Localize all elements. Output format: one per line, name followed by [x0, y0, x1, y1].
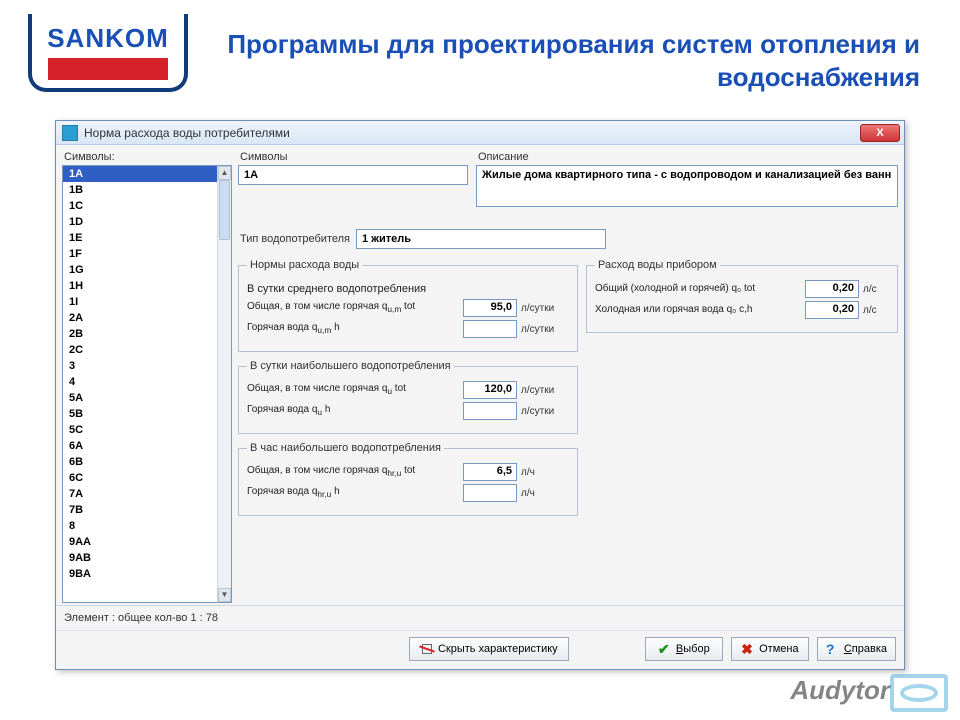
button-row: Скрыть характеристику ✔ Выбор ✖ Отмена ?…: [56, 630, 904, 669]
hide-icon: [420, 642, 434, 656]
watermark-icon: [890, 674, 948, 712]
list-item[interactable]: 1G: [63, 262, 217, 278]
maxhour-hot-unit: л/ч: [521, 488, 569, 499]
list-item[interactable]: 6C: [63, 470, 217, 486]
app-icon: [62, 125, 78, 141]
avg-hot-label: Горячая вода qu,m h: [247, 322, 459, 336]
list-item[interactable]: 7B: [63, 502, 217, 518]
check-icon: ✔: [658, 642, 672, 656]
symbols-label-left: Символы:: [64, 151, 232, 163]
brand-name: SANKOM: [47, 23, 169, 54]
page-title: Программы для проектирования систем отоп…: [188, 28, 920, 93]
list-item[interactable]: 1H: [63, 278, 217, 294]
maxday-hot-input[interactable]: [463, 402, 517, 420]
avg-total-input[interactable]: 95,0: [463, 299, 517, 317]
list-item[interactable]: 9AB: [63, 550, 217, 566]
maxhour-total-unit: л/ч: [521, 467, 569, 478]
help-button[interactable]: ? Справка: [817, 637, 896, 661]
list-item[interactable]: 2C: [63, 342, 217, 358]
maxday-total-input[interactable]: 120,0: [463, 381, 517, 399]
help-icon: ?: [826, 642, 840, 656]
norms-fieldset: Нормы расхода воды В сутки среднего водо…: [238, 259, 578, 352]
list-item[interactable]: 1C: [63, 198, 217, 214]
maxhour-total-label: Общая, в том числе горячая qhr,u tot: [247, 465, 459, 479]
description-field[interactable]: Жилые дома квартирного типа - с водопров…: [476, 165, 898, 207]
avg-hot-unit: л/сутки: [521, 324, 569, 335]
list-item[interactable]: 1D: [63, 214, 217, 230]
list-item[interactable]: 1B: [63, 182, 217, 198]
maxday-hot-label: Горячая вода qu h: [247, 404, 459, 418]
avg-total-unit: л/сутки: [521, 303, 569, 314]
list-item[interactable]: 1E: [63, 230, 217, 246]
device-coldhot-label: Холодная или горячая вода q₀ c,h: [595, 304, 801, 316]
list-item[interactable]: 2B: [63, 326, 217, 342]
maxhour-hot-input[interactable]: [463, 484, 517, 502]
page-header: SANKOM Программы для проектирования сист…: [0, 0, 960, 93]
maxday-total-label: Общая, в том числе горячая qu tot: [247, 383, 459, 397]
scroll-up-button[interactable]: ▲: [218, 166, 231, 180]
cancel-button[interactable]: ✖ Отмена: [731, 637, 809, 661]
maxday-hot-unit: л/сутки: [521, 406, 569, 417]
status-bar: Элемент : общее кол-во 1 : 78: [56, 605, 904, 630]
symbol-listbox[interactable]: 1A1B1C1D1E1F1G1H1I2A2B2C345A5B5C6A6B6C7A…: [62, 165, 232, 603]
maxhour-total-input[interactable]: 6,5: [463, 463, 517, 481]
scroll-thumb[interactable]: [219, 180, 230, 240]
list-item[interactable]: 9AA: [63, 534, 217, 550]
section-avg-label: В сутки среднего водопотребления: [247, 283, 569, 295]
select-button[interactable]: ✔ Выбор: [645, 637, 723, 661]
list-item[interactable]: 2A: [63, 310, 217, 326]
list-item[interactable]: 1I: [63, 294, 217, 310]
list-scrollbar[interactable]: ▲ ▼: [217, 166, 231, 602]
symbol-field[interactable]: 1A: [238, 165, 468, 185]
device-coldhot-input[interactable]: 0,20: [805, 301, 859, 319]
consumer-type-label: Тип водопотребителя: [240, 233, 352, 245]
device-total-input[interactable]: 0,20: [805, 280, 859, 298]
device-total-unit: л/с: [863, 284, 889, 295]
list-item[interactable]: 1F: [63, 246, 217, 262]
maxhour-hot-label: Горячая вода qhr,u h: [247, 486, 459, 500]
maxhour-fieldset: В час наибольшего водопотребления Общая,…: [238, 442, 578, 516]
list-item[interactable]: 3: [63, 358, 217, 374]
brand-bar: [48, 58, 168, 80]
select-button-label: Выбор: [676, 643, 710, 655]
hide-button-label: Скрыть характеристику: [438, 643, 558, 655]
list-item[interactable]: 8: [63, 518, 217, 534]
device-legend: Расход воды прибором: [595, 259, 720, 271]
list-item[interactable]: 6A: [63, 438, 217, 454]
list-item[interactable]: 5C: [63, 422, 217, 438]
help-button-label: Справка: [844, 643, 887, 655]
scroll-down-button[interactable]: ▼: [218, 588, 231, 602]
brand-logo: SANKOM: [28, 14, 188, 92]
dialog-window: Норма расхода воды потребителями X Симво…: [55, 120, 905, 670]
titlebar[interactable]: Норма расхода воды потребителями X: [56, 121, 904, 145]
hide-characteristic-button[interactable]: Скрыть характеристику: [409, 637, 569, 661]
maxday-total-unit: л/сутки: [521, 385, 569, 396]
section-maxday-label: В сутки наибольшего водопотребления: [247, 360, 454, 372]
symbols-label-right: Символы: [240, 151, 468, 163]
cancel-icon: ✖: [741, 642, 755, 656]
consumer-type-field[interactable]: 1 житель: [356, 229, 606, 249]
maxday-fieldset: В сутки наибольшего водопотребления Обща…: [238, 360, 578, 434]
watermark-text: Audytor: [790, 675, 890, 706]
device-coldhot-unit: л/с: [863, 305, 889, 316]
avg-hot-input[interactable]: [463, 320, 517, 338]
list-item[interactable]: 7A: [63, 486, 217, 502]
section-maxhour-label: В час наибольшего водопотребления: [247, 442, 444, 454]
device-fieldset: Расход воды прибором Общий (холодной и г…: [586, 259, 898, 333]
list-item[interactable]: 5A: [63, 390, 217, 406]
window-title: Норма расхода воды потребителями: [84, 126, 290, 140]
description-label: Описание: [478, 151, 898, 163]
cancel-button-label: Отмена: [759, 643, 798, 655]
list-item[interactable]: 5B: [63, 406, 217, 422]
avg-total-label: Общая, в том числе горячая qu,m tot: [247, 301, 459, 315]
norms-legend: Нормы расхода воды: [247, 259, 362, 271]
device-total-label: Общий (холодной и горячей) q₀ tot: [595, 283, 801, 295]
list-item[interactable]: 4: [63, 374, 217, 390]
list-item[interactable]: 1A: [63, 166, 217, 182]
list-item[interactable]: 6B: [63, 454, 217, 470]
close-button[interactable]: X: [860, 124, 900, 142]
list-item[interactable]: 9BA: [63, 566, 217, 582]
